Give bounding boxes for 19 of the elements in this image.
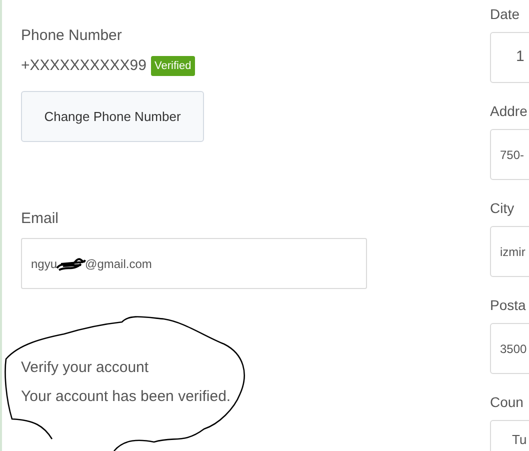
field-label: Addre: [490, 102, 528, 120]
phone-label: Phone Number: [21, 27, 123, 45]
verify-title: Verify your account: [21, 359, 150, 377]
email-label: Email: [21, 210, 60, 228]
phone-number: +XXXXXXXXXX99: [21, 57, 146, 75]
input-field[interactable]: izmir: [490, 226, 529, 277]
select-field[interactable]: Tu: [490, 420, 529, 451]
scribble-drawing: [55, 256, 88, 272]
field-label: Coun: [490, 393, 524, 411]
email-field[interactable]: ngyu @gmail.com: [21, 238, 367, 289]
input-field[interactable]: 3500: [490, 323, 529, 374]
input-field[interactable]: 1: [490, 32, 529, 83]
verify-message: Your account has been verified.: [21, 388, 232, 406]
field-label: Date: [490, 5, 521, 23]
verified-badge: Verified: [150, 56, 196, 76]
input-field[interactable]: 750-: [490, 129, 529, 180]
field-label: City: [490, 199, 516, 217]
field-label: Posta: [490, 296, 527, 314]
change-phone-button[interactable]: Change Phone Number: [21, 91, 204, 142]
